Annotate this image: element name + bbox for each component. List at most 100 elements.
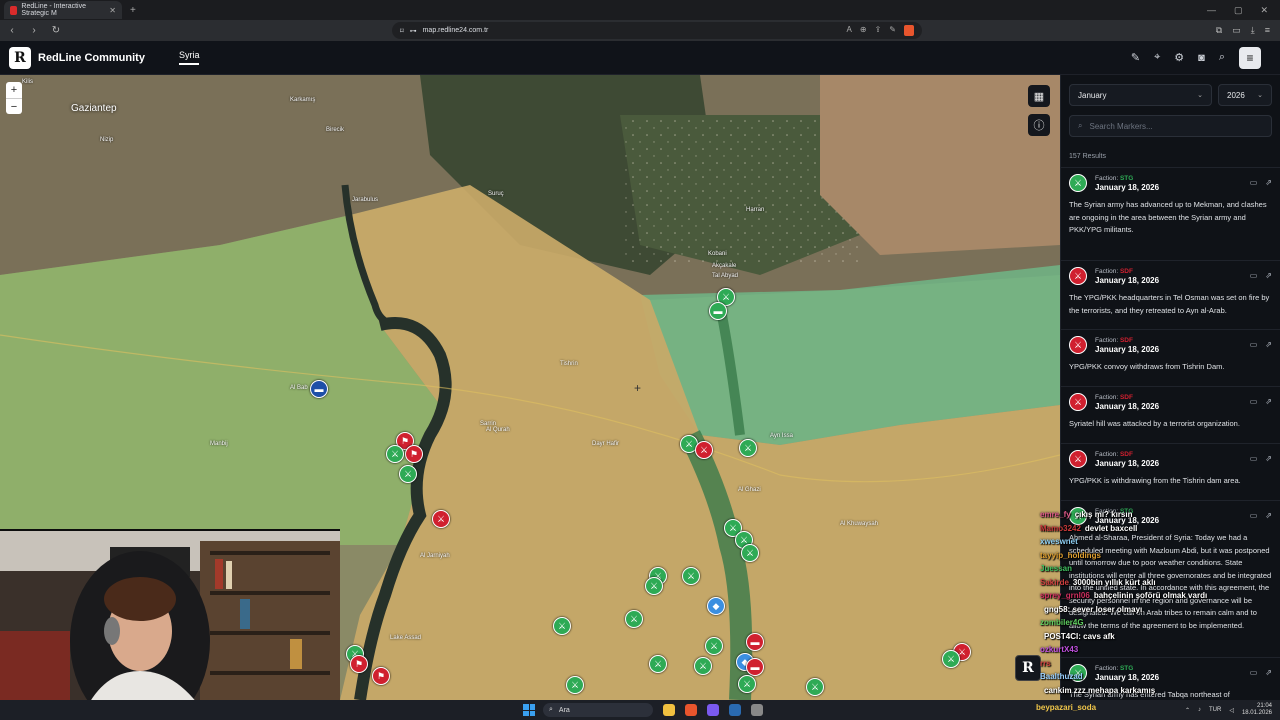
search-icon[interactable]: ⌕ — [1219, 51, 1225, 64]
marker-stg[interactable]: ⚔ — [645, 577, 663, 595]
marker-card[interactable]: ⚔ Faction: SDF January 18, 2026 ▭ ⇗ YPG/PKK c… — [1061, 329, 1280, 380]
maximize-button[interactable]: ▢ — [1234, 5, 1243, 16]
year-select[interactable]: 2026 ⌄ — [1218, 84, 1272, 106]
taskbar-search[interactable]: ⌕ Ara — [543, 703, 653, 717]
open-link-icon[interactable]: ⇗ — [1265, 178, 1272, 187]
marker-sdf[interactable]: ⚑ — [372, 667, 390, 685]
browser-tab[interactable]: RedLine - Interactive Strategic M ✕ — [4, 1, 122, 19]
chat-text: bahçelinin şoförü olmak vardı — [1093, 591, 1208, 600]
marker-sdf[interactable]: ⚑ — [350, 655, 368, 673]
tab-title: RedLine - Interactive Strategic M — [21, 3, 86, 17]
gear-icon[interactable]: ⚙ — [1174, 51, 1184, 64]
marker-sdf[interactable]: ⚔ — [695, 441, 713, 459]
chat-message: tayyip_holdings — [1040, 549, 1280, 563]
reload-icon[interactable]: ↻ — [50, 25, 62, 36]
marker-card[interactable]: ⚔ Faction: SDF January 18, 2026 ▭ ⇗ Syriatel … — [1061, 386, 1280, 437]
back-icon[interactable]: ‹ — [6, 25, 18, 36]
map-label: Birecik — [326, 127, 345, 133]
marker-stg[interactable]: ⚔ — [682, 567, 700, 585]
edit-icon[interactable]: ✎ — [889, 25, 896, 36]
tab-syria[interactable]: Syria — [178, 50, 200, 65]
marker-sdf[interactable]: ▬ — [746, 658, 764, 676]
month-value: January — [1078, 90, 1107, 100]
mic-icon[interactable]: ♪ — [1198, 707, 1201, 713]
video-icon[interactable]: ▭ — [1250, 271, 1258, 280]
marker-stg[interactable]: ▬ — [709, 302, 727, 320]
marker-stg[interactable]: ⚔ — [399, 465, 417, 483]
translate-icon[interactable]: A — [847, 25, 852, 36]
chat-message: Sakirde 3000bin yıllık kürt aklı — [1040, 576, 1280, 590]
zoom-in-button[interactable]: + — [6, 82, 22, 98]
open-link-icon[interactable]: ⇗ — [1265, 397, 1272, 406]
month-select[interactable]: January ⌄ — [1069, 84, 1212, 106]
marker-stg[interactable]: ⚔ — [553, 617, 571, 635]
chat-message: xweswnet — [1040, 535, 1280, 549]
marker-stg[interactable]: ⚔ — [739, 439, 757, 457]
system-tray: ⌃ ♪ TUR ◁ 21:04 18.01.2026 — [1185, 703, 1280, 717]
chat-username: sprey_grnl06 — [1040, 591, 1090, 600]
chat-username: Juessan — [1040, 564, 1073, 573]
clock[interactable]: 21:04 18.01.2026 — [1242, 703, 1272, 717]
new-tab-button[interactable]: + — [130, 5, 136, 16]
chat-text: gng58: sever loser olmayı — [1044, 604, 1143, 614]
marker-info[interactable]: ◆ — [707, 597, 725, 615]
download-icon[interactable]: ⤓ — [1251, 25, 1255, 36]
forward-icon[interactable]: › — [28, 25, 40, 36]
menu-icon[interactable]: ≡ — [1239, 46, 1261, 69]
marker-stg[interactable]: ⚔ — [705, 637, 723, 655]
marker-stg[interactable]: ⚔ — [942, 650, 960, 668]
file-explorer-icon[interactable] — [663, 704, 675, 716]
marker-stg[interactable]: ⚔ — [738, 675, 756, 693]
video-icon[interactable]: ▭ — [1250, 454, 1258, 463]
lang-indicator[interactable]: TUR — [1209, 707, 1221, 713]
marker-card[interactable]: ⚔ Faction: SDF January 18, 2026 ▭ ⇗ The YPG/P… — [1061, 260, 1280, 323]
browser-menu-icon[interactable]: ≡ — [1265, 25, 1270, 36]
map-layers-icon[interactable]: ▦ — [1028, 85, 1050, 107]
marker-blue[interactable]: ▬ — [310, 380, 328, 398]
close-window-button[interactable]: ✕ — [1260, 5, 1268, 16]
open-link-icon[interactable]: ⇗ — [1265, 271, 1272, 280]
obs-icon[interactable] — [751, 704, 763, 716]
url-field[interactable]: ⌑ ⊶ map.redline24.com.tr A ⊕ ⇪ ✎ — [392, 22, 922, 39]
video-icon[interactable]: ▭ — [1250, 397, 1258, 406]
marker-stg[interactable]: ⚔ — [625, 610, 643, 628]
marker-card[interactable]: ⚔ Faction: SDF January 18, 2026 ▭ ⇗ YPG/PKK i… — [1061, 443, 1280, 494]
camera-icon[interactable]: ◙ — [1198, 52, 1205, 64]
marker-card[interactable]: ⚔ Faction: STG January 18, 2026 ▭ ⇗ The Syria… — [1061, 167, 1280, 243]
sidebar-icon[interactable]: ▭ — [1232, 25, 1241, 36]
pen-icon[interactable]: ✎ — [1131, 51, 1140, 64]
volume-icon[interactable]: ◁ — [1229, 707, 1234, 714]
info-icon[interactable]: ⓘ — [1028, 114, 1050, 136]
steam-icon[interactable] — [729, 704, 741, 716]
map-label: Kilis — [22, 79, 34, 85]
open-link-icon[interactable]: ⇗ — [1265, 454, 1272, 463]
share-icon[interactable]: ⇪ — [875, 25, 882, 36]
marker-stg[interactable]: ⚔ — [566, 676, 584, 694]
open-link-icon[interactable]: ⇗ — [1265, 340, 1272, 349]
brave-icon[interactable] — [685, 704, 697, 716]
tab-close-button[interactable]: ✕ — [109, 6, 116, 15]
marker-stg[interactable]: ⚔ — [694, 657, 712, 675]
logo[interactable]: R — [9, 46, 31, 69]
zoom-out-button[interactable]: − — [6, 98, 22, 114]
zoom-icon[interactable]: ⊕ — [860, 25, 867, 36]
site-info-icon[interactable]: ⊶ — [410, 27, 417, 35]
video-icon[interactable]: ▭ — [1250, 340, 1258, 349]
discord-icon[interactable] — [707, 704, 719, 716]
search-markers-input[interactable]: ⌕ Search Markers... — [1069, 115, 1272, 137]
marker-stg[interactable]: ⚔ — [649, 655, 667, 673]
marker-stg[interactable]: ⚔ — [386, 445, 404, 463]
tray-up-icon[interactable]: ⌃ — [1185, 707, 1190, 714]
marker-sdf[interactable]: ⚑ — [405, 445, 423, 463]
brave-shield-icon[interactable] — [904, 25, 914, 36]
pin-icon[interactable]: ⌖ — [1154, 51, 1160, 64]
video-icon[interactable]: ▭ — [1250, 178, 1258, 187]
windows-start-icon[interactable] — [523, 704, 535, 716]
bookmark-icon[interactable]: ⌑ — [400, 27, 404, 35]
extension-icon[interactable]: ⧉ — [1216, 25, 1222, 36]
minimize-button[interactable]: — — [1207, 5, 1216, 16]
marker-sdf[interactable]: ⚔ — [432, 510, 450, 528]
marker-stg[interactable]: ⚔ — [741, 544, 759, 562]
marker-stg[interactable]: ⚔ — [806, 678, 824, 696]
marker-sdf[interactable]: ▬ — [746, 633, 764, 651]
